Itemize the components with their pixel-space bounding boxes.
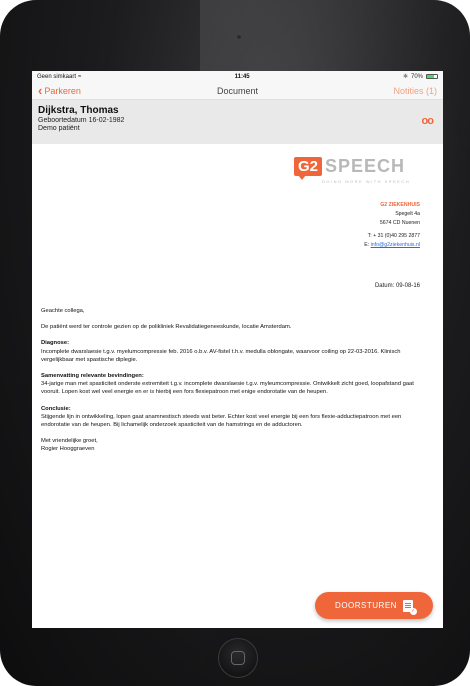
letter-salutation: Geachte collega, — [41, 308, 85, 314]
org-email-link[interactable]: info@g2ziekenhuis.nl — [371, 242, 420, 248]
forward-label: DOORSTUREN — [335, 601, 397, 610]
org-street: Spegelt 4a — [395, 211, 420, 217]
home-square-icon — [231, 651, 245, 665]
org-name: G2 ZIEKENHUIS — [380, 202, 420, 208]
carrier-label: Geen simkaart — [37, 73, 77, 80]
logo-word: SPEECH — [325, 156, 406, 176]
conclusie-heading: Conclusie: — [41, 405, 71, 412]
patient-name: Dijkstra, Thomas — [38, 105, 119, 116]
status-right: ✱ 70% — [403, 73, 438, 80]
logo-badge: G2 — [294, 157, 323, 180]
chevron-left-icon: ‹ — [38, 83, 43, 98]
status-time: 11:45 — [234, 73, 250, 80]
battery-percent: 70% — [410, 73, 423, 80]
letter-body: Geachte collega, De patiënt werd ter con… — [41, 307, 431, 462]
back-button[interactable]: ‹ Parkeren — [38, 83, 81, 98]
status-bar: Geen simkaart ≈ 11:45 ✱ 70% — [32, 71, 443, 82]
back-label: Parkeren — [44, 85, 81, 96]
bevindingen-text: 34-jarige man met spasticiteit onderste … — [41, 381, 414, 396]
patient-header: Dijkstra, Thomas Geboortedatum 16-02-198… — [32, 100, 443, 144]
status-left: Geen simkaart ≈ — [37, 74, 81, 80]
patient-note: Demo patiënt — [38, 125, 80, 132]
g2speech-logo: G2 SPEECH — [294, 156, 406, 180]
letterhead-address: G2 ZIEKENHUIS Spegelt 4a 5674 CD Nuenen … — [364, 201, 420, 250]
letter-date: Datum: 09-08-16 — [374, 283, 420, 289]
letter-intro: De patiënt werd ter controle gezien op d… — [41, 324, 292, 331]
notifications-button[interactable]: Notities (1) — [393, 86, 437, 96]
bluetooth-icon: ✱ — [402, 74, 408, 80]
glasses-icon[interactable]: oo — [422, 115, 434, 127]
org-phone: T: + 31 (0)40 295 2877 — [367, 233, 420, 239]
document-check-icon — [402, 599, 417, 615]
tablet-device: Geen simkaart ≈ 11:45 ✱ 70% ‹ Parkeren D… — [0, 0, 470, 686]
document-view: G2 SPEECH DOING MORE WITH SPEECH G2 ZIEK… — [32, 144, 443, 628]
patient-dob: Geboortedatum 16-02-1982 — [38, 117, 125, 124]
conclusie-text: Stijgende lijn in ontwikkeling, lopen ga… — [41, 413, 402, 429]
page-title: Document — [216, 85, 259, 96]
navigation-bar: ‹ Parkeren Document Notities (1) — [32, 82, 443, 100]
org-email-line: E: info@g2ziekenhuis.nl — [364, 241, 420, 250]
battery-icon — [426, 74, 438, 79]
logo-tagline: DOING MORE WITH SPEECH — [322, 179, 411, 184]
home-button[interactable] — [218, 638, 258, 678]
letter-signature: Rogier Hooggraeven — [41, 446, 95, 453]
wifi-icon: ≈ — [78, 73, 82, 80]
org-city: 5674 CD Nuenen — [379, 220, 420, 226]
diagnose-heading: Diagnose: — [41, 340, 70, 347]
front-camera — [236, 34, 242, 40]
app-screen: Geen simkaart ≈ 11:45 ✱ 70% ‹ Parkeren D… — [32, 71, 443, 628]
diagnose-text: Incomplete dwarslaesie t.g.v. myelumcomp… — [41, 348, 401, 363]
letter-closing: Met vriendelijke groet, — [41, 438, 98, 445]
bevindingen-heading: Samenvatting relevante bevindingen: — [41, 373, 144, 380]
forward-button[interactable]: DOORSTUREN — [315, 592, 433, 619]
